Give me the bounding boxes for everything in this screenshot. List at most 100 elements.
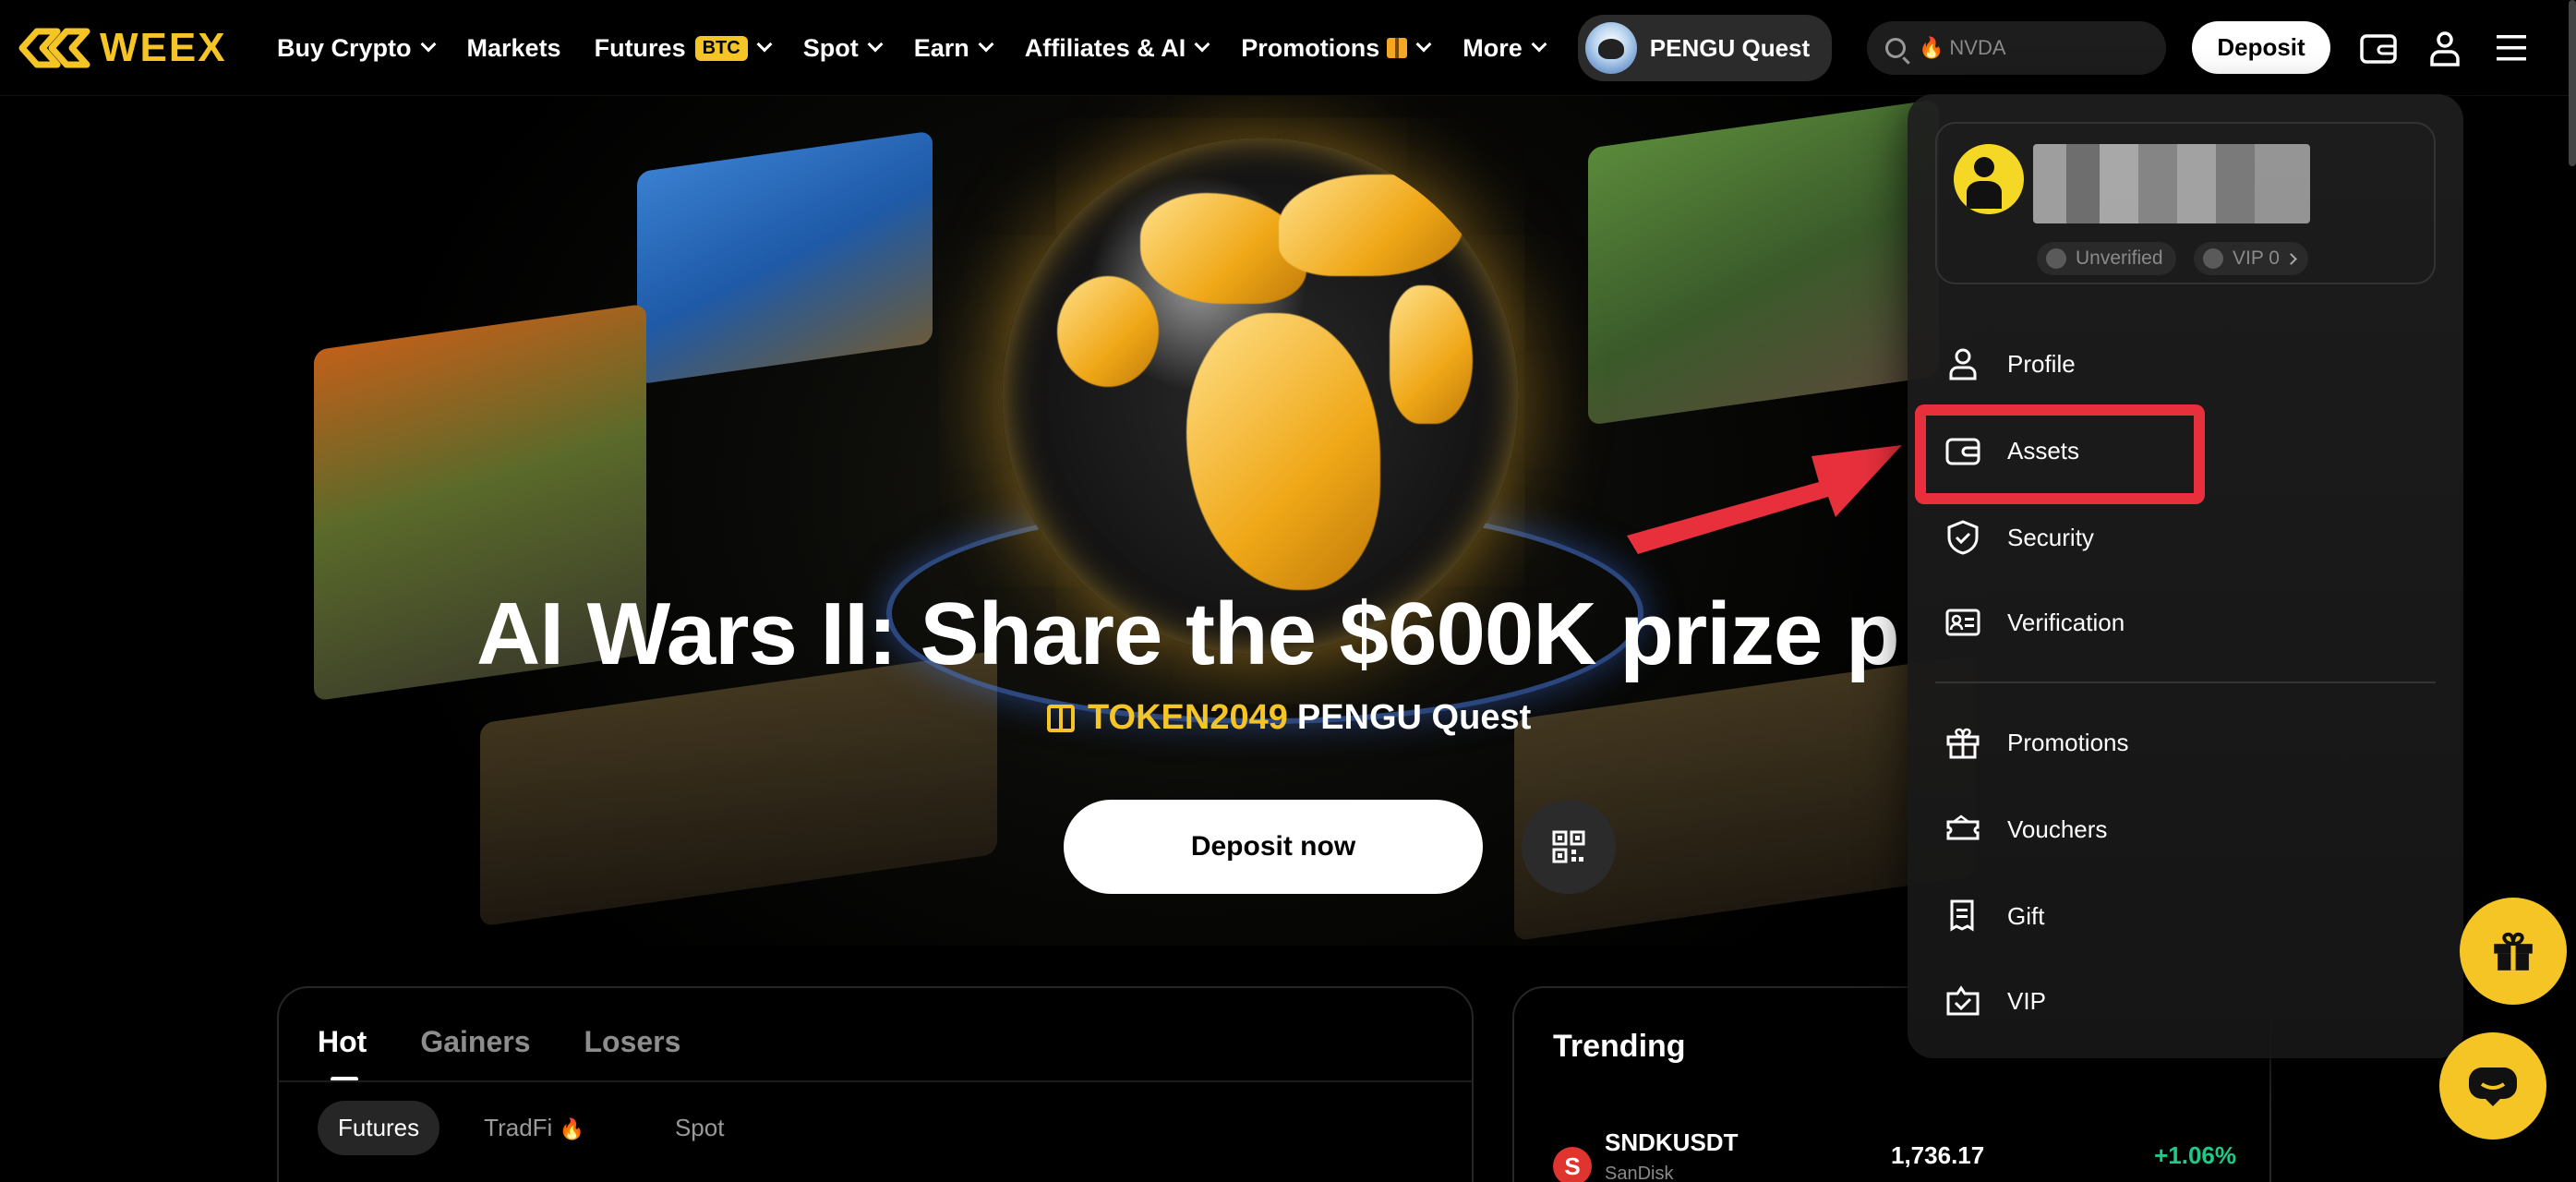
chevron-down-icon	[756, 36, 773, 53]
gift-icon	[2494, 932, 2533, 971]
gift-icon	[1047, 704, 1075, 732]
nav-futures[interactable]: Futures BTC	[594, 33, 773, 63]
person-icon	[1949, 348, 1977, 380]
menu-item-promotions[interactable]: Promotions	[1944, 715, 2129, 770]
gift-icon	[1946, 728, 1980, 759]
fire-icon: 🔥	[1919, 36, 1944, 59]
user-card[interactable]: Unverified VIP 0	[1935, 122, 2436, 284]
nav-label: More	[1463, 33, 1523, 62]
menu-item-gift[interactable]: Gift	[1944, 888, 2044, 944]
nav-label: Markets	[466, 33, 561, 62]
menu-item-security[interactable]: Security	[1944, 510, 2094, 565]
hero-subtitle-text: PENGU Quest	[1296, 698, 1532, 737]
market-tabs: Hot Gainers Losers	[318, 1025, 734, 1081]
nav-markets[interactable]: Markets	[467, 34, 561, 63]
nav-label: Buy Crypto	[277, 33, 412, 62]
coin-price: 1,736.17	[1891, 1141, 1985, 1169]
subtab-tradfi[interactable]: TradFi 🔥	[463, 1101, 610, 1155]
chevron-right-icon	[2285, 252, 2297, 265]
top-nav: WEEX Buy Crypto Markets Futures BTC Spot …	[0, 0, 2576, 96]
qr-code-icon	[1552, 830, 1585, 863]
floating-gift-button[interactable]	[2460, 898, 2567, 1005]
page-scrollbar[interactable]	[2569, 0, 2576, 166]
menu-label: Promotions	[2007, 728, 2129, 756]
divider	[1935, 681, 2436, 683]
gift-box-icon	[1387, 38, 1408, 58]
menu-item-vouchers[interactable]: Vouchers	[1944, 802, 2107, 857]
menu-label: Gift	[2007, 901, 2045, 930]
subtab-spot[interactable]: Spot	[655, 1101, 745, 1155]
search-icon	[1885, 38, 1906, 58]
menu-item-vip[interactable]: VIP	[1944, 973, 2046, 1029]
nav-affiliates-ai[interactable]: Affiliates & AI	[1024, 33, 1210, 63]
chevron-down-icon	[1194, 36, 1210, 53]
user-icon[interactable]	[2425, 28, 2465, 68]
quest-label: PENGU Quest	[1649, 33, 1811, 62]
market-subtabs: Futures TradFi 🔥 Spot	[318, 1101, 788, 1155]
ticket-icon	[1946, 814, 1980, 840]
account-dropdown: Unverified VIP 0 Profile Assets Security…	[1908, 94, 2463, 1058]
wallet-icon[interactable]	[2358, 28, 2399, 68]
support-chat-button[interactable]	[2439, 1032, 2546, 1140]
pengu-quest-button[interactable]: PENGU Quest	[1577, 15, 1833, 81]
tab-hot[interactable]: Hot	[318, 1025, 367, 1081]
qr-code-button[interactable]	[1522, 800, 1616, 894]
verification-badge[interactable]: Unverified	[2037, 242, 2176, 275]
vip-badge[interactable]: VIP 0	[2194, 242, 2308, 275]
weex-logo[interactable]: WEEX	[15, 20, 227, 76]
nav-label: Earn	[913, 33, 969, 62]
menu-item-verification[interactable]: Verification	[1944, 595, 2125, 650]
nav-label: Promotions	[1241, 33, 1380, 62]
redacted-username	[2033, 144, 2310, 223]
menu-label: VIP	[2007, 986, 2046, 1015]
nav-label: Affiliates & AI	[1024, 33, 1186, 62]
verification-status: Unverified	[2076, 247, 2163, 269]
divider	[279, 1080, 1472, 1082]
menu-icon[interactable]	[2491, 28, 2532, 68]
nav-label: Futures	[594, 33, 686, 62]
menu-label: Verification	[2007, 608, 2125, 636]
globe-illustration	[1002, 138, 1519, 655]
island-decoration	[637, 130, 933, 385]
island-decoration	[1588, 99, 1939, 426]
nav-spot[interactable]: Spot	[802, 33, 884, 63]
chevron-down-icon	[978, 36, 994, 53]
nav-earn[interactable]: Earn	[913, 33, 994, 63]
tab-gainers[interactable]: Gainers	[420, 1025, 530, 1059]
chevron-down-icon	[1415, 36, 1432, 53]
penguin-icon	[1584, 22, 1637, 74]
search-input[interactable]: 🔥 NVDA	[1867, 21, 2166, 75]
hero-title: AI Wars II: Share the $600K prize p	[476, 585, 1900, 683]
coin-symbol: SNDKUSDT	[1605, 1128, 1739, 1156]
menu-label: Security	[2007, 523, 2094, 551]
nav-promotions[interactable]: Promotions	[1241, 33, 1432, 63]
subtab-futures[interactable]: Futures	[318, 1101, 440, 1155]
shield-icon	[1947, 520, 1979, 555]
brand-name: WEEX	[100, 25, 227, 70]
trending-title: Trending	[1553, 1029, 1686, 1064]
btc-badge: BTC	[694, 35, 748, 61]
coin-name: SanDisk	[1605, 1164, 1674, 1182]
island-decoration	[480, 650, 997, 927]
check-badge-icon	[2046, 248, 2066, 269]
chevron-down-icon	[420, 36, 437, 53]
chevron-down-icon	[867, 36, 884, 53]
subtab-label: TradFi	[484, 1114, 553, 1141]
menu-label: Profile	[2007, 349, 2076, 378]
island-decoration	[1514, 654, 1976, 942]
crown-icon	[1946, 985, 1980, 1016]
vip-icon	[2203, 248, 2223, 269]
tab-losers[interactable]: Losers	[584, 1025, 680, 1059]
hero-subtitle-highlight: TOKEN2049	[1088, 698, 1288, 737]
nav-label: Spot	[802, 33, 859, 62]
menu-item-profile[interactable]: Profile	[1944, 336, 2076, 392]
chevron-down-icon	[1531, 36, 1547, 53]
deposit-now-button[interactable]: Deposit now	[1064, 800, 1483, 894]
nav-buy-crypto[interactable]: Buy Crypto	[277, 33, 437, 63]
nav-more[interactable]: More	[1463, 33, 1547, 63]
table-row[interactable]: S SNDKUSDT SanDisk 1,736.17 +1.06%	[1553, 1128, 2236, 1182]
deposit-button[interactable]: Deposit	[2192, 21, 2330, 74]
vip-level: VIP 0	[2233, 247, 2280, 269]
menu-label: Vouchers	[2007, 814, 2108, 843]
markets-card: Hot Gainers Losers Futures TradFi 🔥 Spot	[277, 986, 1474, 1182]
